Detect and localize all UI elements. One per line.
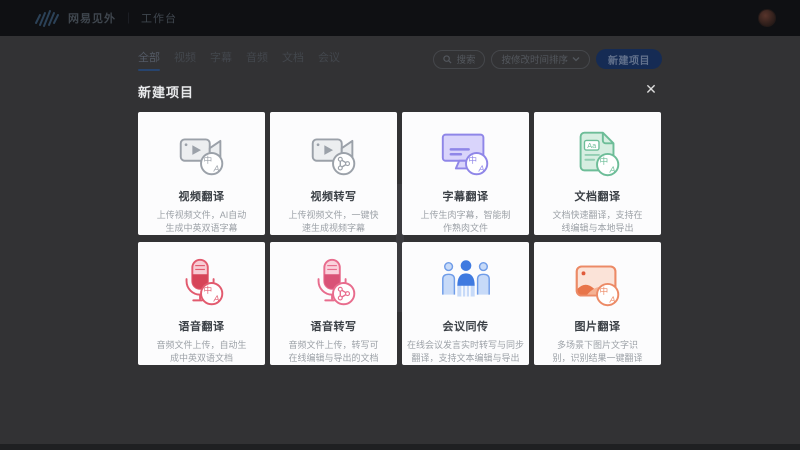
sort-label: 按修改时间排序 xyxy=(501,52,568,66)
bottom-strip xyxy=(0,444,800,450)
card-title: 语音翻译 xyxy=(179,318,225,334)
svg-text:中: 中 xyxy=(599,285,608,296)
tab-video[interactable]: 视频 xyxy=(174,45,196,73)
category-tabs: 全部 视频 字幕 音频 文档 会议 xyxy=(138,45,340,73)
audio-translate-icon: 中 A xyxy=(173,254,231,312)
image-translate-icon: 中 A xyxy=(569,254,627,312)
svg-text:中: 中 xyxy=(599,155,608,166)
card-title: 文档翻译 xyxy=(575,188,621,204)
card-desc: 音频文件上传，转写可 在线编辑与导出的文档 xyxy=(288,339,378,364)
brand-divider: ｜ xyxy=(123,10,134,26)
tab-audio[interactable]: 音频 xyxy=(246,45,268,73)
filter-toolbar: 全部 视频 字幕 音频 文档 会议 搜索 按修改时间排序 新建项目 xyxy=(138,46,662,72)
chevron-down-icon xyxy=(572,56,580,62)
workspace-label: 工作台 xyxy=(141,10,177,26)
card-title: 视频翻译 xyxy=(179,188,225,204)
user-avatar[interactable] xyxy=(758,9,776,27)
card-desc: 在线会议发言实时转写与同步 翻译，支持文本编辑与导出 xyxy=(407,339,524,364)
card-title: 视频转写 xyxy=(311,188,357,204)
subtitle-translate-icon: 中 A xyxy=(437,124,495,182)
svg-text:A: A xyxy=(608,294,615,304)
meeting-interpret-icon xyxy=(437,254,495,312)
card-audio-transcribe[interactable]: 语音转写 音频文件上传，转写可 在线编辑与导出的文档 xyxy=(270,242,397,365)
svg-text:Aa: Aa xyxy=(587,141,597,150)
video-transcribe-icon xyxy=(305,124,363,182)
svg-text:中: 中 xyxy=(203,154,212,165)
tab-all[interactable]: 全部 xyxy=(138,45,160,73)
app-window: 网易见外 ｜ 工作台 全部 视频 字幕 音频 文档 会议 搜索 按修改时间排序 xyxy=(0,0,800,450)
svg-text:A: A xyxy=(608,164,615,174)
card-title: 会议同传 xyxy=(443,318,489,334)
video-translate-icon: 中 A xyxy=(173,124,231,182)
tab-document[interactable]: 文档 xyxy=(282,45,304,73)
tab-meeting[interactable]: 会议 xyxy=(318,45,340,73)
svg-text:中: 中 xyxy=(468,154,477,165)
svg-text:A: A xyxy=(212,163,219,173)
card-title: 图片翻译 xyxy=(575,318,621,334)
search-label: 搜索 xyxy=(456,52,475,66)
card-desc: 上传视频文件，AI自动 生成中英双语字幕 xyxy=(157,209,247,234)
card-title: 语音转写 xyxy=(311,318,357,334)
card-audio-translate[interactable]: 中 A 语音翻译 音频文件上传，自动生 成中英双语文档 xyxy=(138,242,265,365)
search-icon xyxy=(443,55,452,64)
card-desc: 上传生肉字幕，智能制 作熟肉文件 xyxy=(420,209,510,234)
modal-title: 新建项目 xyxy=(138,82,194,101)
svg-text:A: A xyxy=(212,293,219,303)
sort-dropdown[interactable]: 按修改时间排序 xyxy=(491,50,590,69)
tab-subtitle[interactable]: 字幕 xyxy=(210,45,232,73)
svg-text:中: 中 xyxy=(203,284,212,295)
card-meeting-interpret[interactable]: 会议同传 在线会议发言实时转写与同步 翻译，支持文本编辑与导出 xyxy=(402,242,529,365)
card-desc: 上传视频文件，一键快 速生成视频字幕 xyxy=(288,209,378,234)
card-image-translate[interactable]: 中 A 图片翻译 多场景下图片文字识 别，识别结果一键翻译 xyxy=(534,242,661,365)
card-video-translate[interactable]: 中 A 视频翻译 上传视频文件，AI自动 生成中英双语字幕 xyxy=(138,112,265,235)
close-icon[interactable]: ✕ xyxy=(642,80,660,98)
card-desc: 文档快速翻译，支持在 线编辑与本地导出 xyxy=(552,209,642,234)
card-subtitle-translate[interactable]: 中 A 字幕翻译 上传生肉字幕，智能制 作熟肉文件 xyxy=(402,112,529,235)
new-project-button[interactable]: 新建项目 xyxy=(596,49,662,69)
card-document-translate[interactable]: Aa 中 A 文档翻译 文档快速翻译，支持在 线编辑与本地导出 xyxy=(534,112,661,235)
top-header: 网易见外 ｜ 工作台 xyxy=(0,0,800,36)
svg-text:A: A xyxy=(477,163,484,173)
document-translate-icon: Aa 中 A xyxy=(569,124,627,182)
brand-name: 网易见外 xyxy=(68,10,116,26)
card-desc: 多场景下图片文字识 别，识别结果一键翻译 xyxy=(552,339,642,364)
brand-logo-icon xyxy=(34,9,60,27)
search-box[interactable]: 搜索 xyxy=(433,50,485,69)
card-video-transcribe[interactable]: 视频转写 上传视频文件，一键快 速生成视频字幕 xyxy=(270,112,397,235)
card-desc: 音频文件上传，自动生 成中英双语文档 xyxy=(156,339,246,364)
audio-transcribe-icon xyxy=(305,254,363,312)
card-title: 字幕翻译 xyxy=(443,188,489,204)
